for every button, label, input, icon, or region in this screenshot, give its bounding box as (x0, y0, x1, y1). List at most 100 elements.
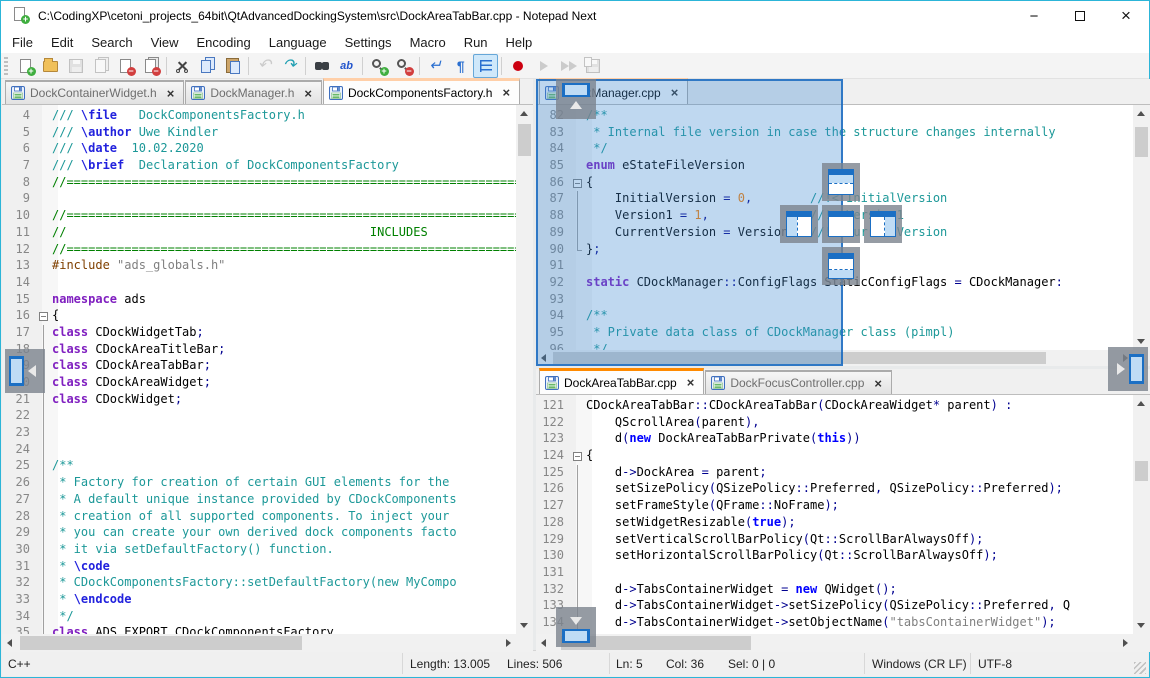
scroll-up-icon[interactable] (520, 111, 528, 116)
scrollbar-thumb[interactable] (1135, 461, 1148, 481)
close-button[interactable]: × (1103, 1, 1149, 31)
dock-top-indicator-icon[interactable] (822, 163, 860, 201)
toolbar-button-zoom-out[interactable]: − (391, 54, 416, 78)
tab-dockcontainerwidget-h[interactable]: DockContainerWidget.h× (5, 80, 184, 104)
editor-left[interactable]: 4/// \file DockComponentsFactory.h5/// \… (2, 105, 516, 634)
toolbar-button-save-all[interactable] (88, 54, 113, 78)
menu-item-language[interactable]: Language (260, 33, 336, 52)
zoom-out-icon: − (394, 56, 414, 76)
fold-line (43, 325, 44, 342)
toolbar-grip[interactable] (4, 57, 8, 75)
code-line: * A default unique instance provided by … (52, 492, 457, 509)
code-row: 35class ADS_EXPORT CDockComponentsFactor… (2, 625, 516, 634)
line-number: 25 (2, 458, 36, 475)
toolbar-button-zoom-in[interactable]: + (366, 54, 391, 78)
toolbar-button-macro-record[interactable] (505, 54, 530, 78)
title-bar[interactable]: + C:\CodingXP\cetoni_projects_64bit\QtAd… (1, 1, 1149, 31)
minimize-button[interactable]: − (1011, 1, 1057, 31)
fold-line (577, 548, 578, 565)
toolbar-button-new-file[interactable]: + (13, 54, 38, 78)
toolbar-button-find[interactable] (309, 54, 334, 78)
scrollbar-thumb[interactable] (20, 636, 302, 650)
tab-close-icon[interactable]: × (685, 375, 697, 390)
code-line: class CDockAreaWidget; (52, 375, 211, 392)
tab-close-icon[interactable]: × (872, 376, 884, 391)
scrollbar-thumb[interactable] (518, 124, 531, 156)
menu-item-file[interactable]: File (3, 33, 42, 52)
toolbar-button-macro-play[interactable] (530, 54, 555, 78)
toolbar-button-undo[interactable]: ↶ (252, 54, 277, 78)
status-encoding[interactable]: UTF-8 (978, 657, 1012, 671)
fold-collapse-icon[interactable] (39, 312, 48, 321)
code-line: { (52, 308, 59, 325)
macro-record-icon (508, 56, 528, 76)
menu-item-macro[interactable]: Macro (401, 33, 455, 52)
menu-item-search[interactable]: Search (82, 33, 141, 52)
code-line: d(new DockAreaTabBarPrivate(this)) (586, 431, 861, 448)
fold-collapse-icon[interactable] (573, 452, 582, 461)
dock-edge-top-indicator-icon[interactable] (556, 79, 596, 119)
toolbar-button-close-file[interactable]: − (113, 54, 138, 78)
tab-dockcomponentsfactory-h[interactable]: DockComponentsFactory.h× (323, 78, 520, 104)
dock-left-indicator-icon[interactable] (780, 205, 818, 243)
toolbar-button-show-all-characters[interactable]: ¶ (448, 54, 473, 78)
menu-item-settings[interactable]: Settings (336, 33, 401, 52)
scroll-right-icon[interactable] (506, 639, 511, 647)
line-number: 26 (2, 475, 36, 492)
menu-item-view[interactable]: View (142, 33, 188, 52)
toolbar-button-indent-guide[interactable] (473, 54, 498, 78)
scroll-right-icon[interactable] (1123, 639, 1128, 647)
v-scrollbar-left[interactable] (516, 105, 533, 634)
maximize-button[interactable] (1057, 1, 1103, 31)
resize-grip[interactable] (1134, 662, 1146, 674)
maximize-icon (1075, 11, 1085, 21)
tab-dockareatabbar-cpp[interactable]: DockAreaTabBar.cpp × (539, 368, 704, 394)
toolbar-button-macro-run-multiple[interactable] (555, 54, 580, 78)
toolbar-button-word-wrap[interactable]: ↵ (423, 54, 448, 78)
dock-bottom-indicator-icon[interactable] (822, 247, 860, 285)
scroll-left-icon[interactable] (541, 639, 546, 647)
h-scrollbar-left[interactable] (2, 634, 516, 652)
v-scrollbar-top-right[interactable] (1133, 105, 1150, 350)
tab-close-icon[interactable]: × (302, 86, 314, 101)
scrollbar-thumb[interactable] (1135, 127, 1148, 157)
status-eol[interactable]: Windows (CR LF) (872, 657, 967, 671)
tab-close-icon[interactable]: × (500, 85, 512, 100)
toolbar-button-cut[interactable] (170, 54, 195, 78)
dock-edge-left-indicator-icon[interactable] (5, 349, 45, 393)
fold-margin (36, 458, 52, 475)
toolbar-button-macro-save[interactable] (580, 54, 605, 78)
dock-edge-right-indicator-icon[interactable] (1108, 347, 1148, 391)
dock-edge-bottom-indicator-icon[interactable] (556, 607, 596, 647)
toolbar-button-save-file[interactable] (63, 54, 88, 78)
toolbar-button-replace[interactable]: ab (334, 54, 359, 78)
toolbar-button-open-file[interactable] (38, 54, 63, 78)
menu-item-run[interactable]: Run (455, 33, 497, 52)
toolbar-button-close-all[interactable]: − (138, 54, 163, 78)
status-language[interactable]: C++ (8, 657, 31, 671)
menu-item-help[interactable]: Help (497, 33, 542, 52)
toolbar-button-paste[interactable] (220, 54, 245, 78)
menu-item-edit[interactable]: Edit (42, 33, 82, 52)
scroll-left-icon[interactable] (7, 639, 12, 647)
scroll-up-icon[interactable] (1137, 111, 1145, 116)
editor-bottom-right[interactable]: 121CDockAreaTabBar::CDockAreaTabBar(CDoc… (536, 395, 1133, 634)
h-scrollbar-bottom-right[interactable] (536, 634, 1133, 652)
toolbar-separator (305, 57, 306, 75)
scroll-up-icon[interactable] (1137, 401, 1145, 406)
v-scrollbar-bottom-right[interactable] (1133, 395, 1150, 634)
scroll-down-icon[interactable] (1137, 623, 1145, 628)
line-number: 131 (536, 565, 570, 582)
scroll-down-icon[interactable] (1137, 339, 1145, 344)
tab-dockmanager-h[interactable]: DockManager.h× (185, 80, 322, 104)
menu-item-encoding[interactable]: Encoding (188, 33, 260, 52)
tab-label: DockAreaTabBar.cpp (564, 376, 677, 390)
dock-center-indicator-icon[interactable] (822, 205, 860, 243)
scroll-down-icon[interactable] (520, 623, 528, 628)
tab-dockfocuscontroller-cpp[interactable]: DockFocusController.cpp× (705, 370, 892, 394)
code-row: 122 QScrollArea(parent), (536, 415, 1133, 432)
toolbar-button-redo[interactable]: ↷ (277, 54, 302, 78)
tab-close-icon[interactable]: × (165, 86, 177, 101)
toolbar-button-copy[interactable] (195, 54, 220, 78)
dock-right-indicator-icon[interactable] (864, 205, 902, 243)
